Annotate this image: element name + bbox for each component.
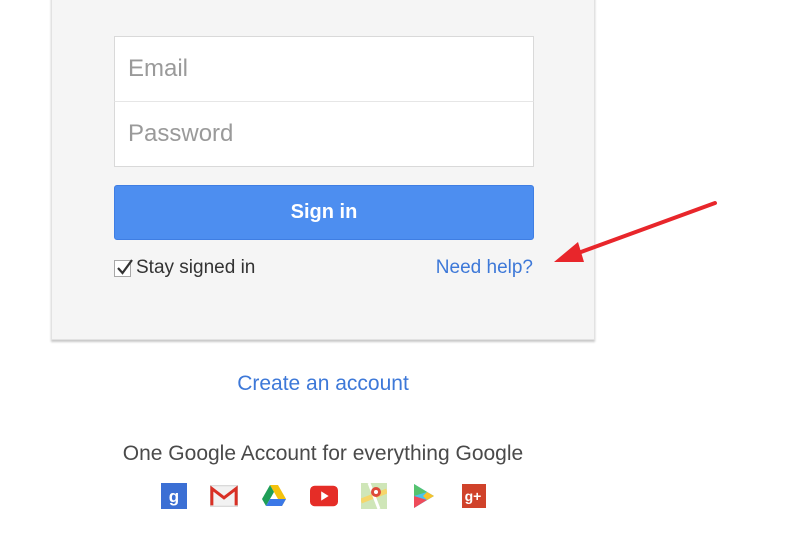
password-input[interactable] <box>114 101 534 167</box>
need-help-link[interactable]: Need help? <box>436 257 533 279</box>
stay-signed-in-checkbox[interactable]: Stay signed in <box>114 257 255 279</box>
create-account-link[interactable]: Create an account <box>0 372 646 396</box>
youtube-icon[interactable] <box>310 482 338 510</box>
google-apps-row: g g+ <box>160 482 510 510</box>
signin-card: Sign in Stay signed in Need help? <box>51 0 595 340</box>
google-play-icon[interactable] <box>410 482 438 510</box>
stay-signed-in-label: Stay signed in <box>136 257 256 278</box>
email-input[interactable] <box>114 36 534 102</box>
tagline-text: One Google Account for everything Google <box>122 442 524 465</box>
google-drive-icon[interactable] <box>260 482 288 510</box>
gmail-icon[interactable] <box>210 482 238 510</box>
checkbox-checked-icon[interactable] <box>114 258 133 277</box>
sign-in-button[interactable]: Sign in <box>114 185 534 240</box>
svg-text:g: g <box>169 487 179 506</box>
svg-text:g+: g+ <box>465 488 482 504</box>
google-search-icon[interactable]: g <box>160 482 188 510</box>
google-maps-icon[interactable] <box>360 482 388 510</box>
google-plus-icon[interactable]: g+ <box>460 482 488 510</box>
